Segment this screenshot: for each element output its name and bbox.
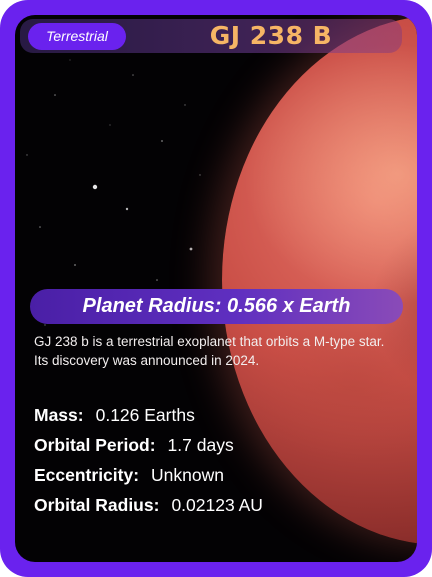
stat-mass: Mass: 0.126 Earths [34,400,394,430]
planet-type-badge: Terrestrial [28,23,126,50]
stat-label: Mass: [34,405,84,425]
stat-label: Eccentricity: [34,465,140,485]
stat-value: 1.7 days [167,435,234,455]
planet-radius-banner: Planet Radius: 0.566 x Earth [30,289,403,324]
stat-value: 0.126 Earths [95,405,195,425]
stat-value: 0.02123 AU [171,495,263,515]
planet-name: GJ 238 B [209,21,333,50]
stat-label: Orbital Period: [34,435,156,455]
stat-eccentricity: Eccentricity: Unknown [34,460,394,490]
stat-value: Unknown [151,465,225,485]
stat-label: Orbital Radius: [34,495,160,515]
planet-description: GJ 238 b is a terrestrial exoplanet that… [34,334,385,368]
stat-orbital-period: Orbital Period: 1.7 days [34,430,394,460]
stat-orbital-radius: Orbital Radius: 0.02123 AU [34,490,394,520]
planet-card: Terrestrial GJ 238 B Planet Radius: 0.56… [0,0,432,577]
stats-list: Mass: 0.126 Earths Orbital Period: 1.7 day… [34,400,394,520]
